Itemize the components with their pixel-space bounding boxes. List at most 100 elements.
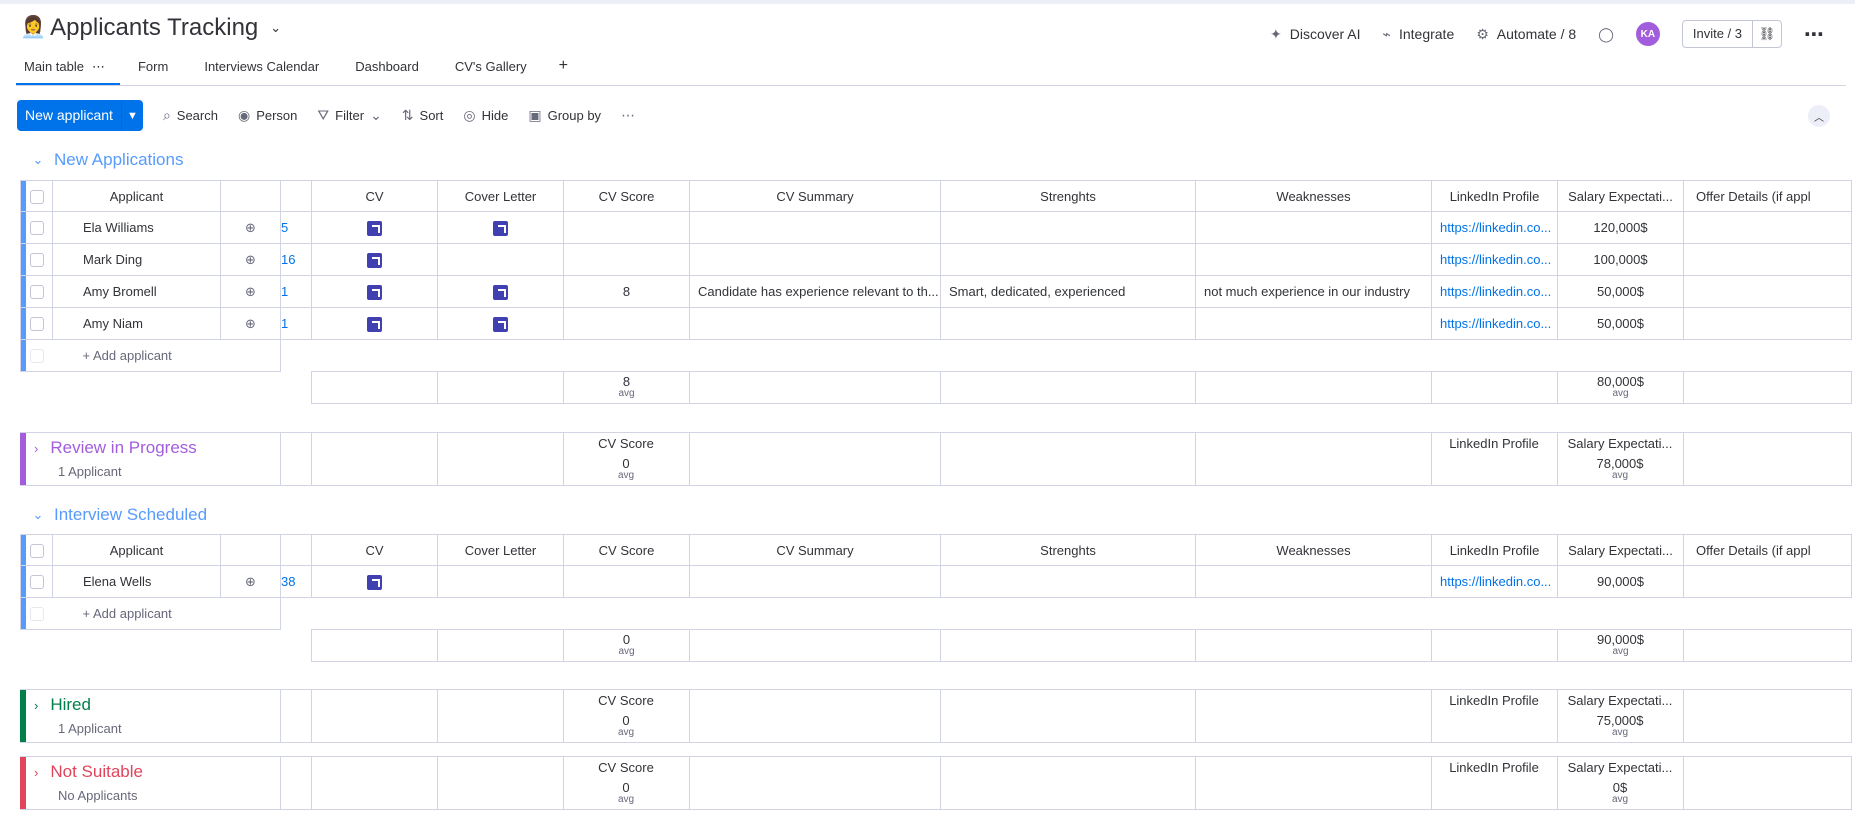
table-row[interactable]: Mark Ding ⊕ 16 https://linkedin.co... 10…	[20, 243, 1852, 276]
add-applicant-row[interactable]: + Add applicant	[20, 597, 1852, 630]
group-title[interactable]: Interview Scheduled	[54, 505, 207, 525]
col-linkedin[interactable]: LinkedIn Profile	[1431, 180, 1558, 212]
add-update-icon[interactable]: ⊕	[220, 275, 281, 308]
applicant-name[interactable]: Ela Williams	[52, 211, 221, 244]
tab-form[interactable]: Form	[130, 55, 176, 82]
tab-interviews-calendar[interactable]: Interviews Calendar	[196, 55, 327, 82]
chevron-right-icon[interactable]: ›	[34, 441, 38, 456]
link-icon[interactable]: ⛓	[1753, 21, 1781, 47]
col-offer-details[interactable]: Offer Details (if appl	[1683, 180, 1852, 212]
tab-main-table[interactable]: Main table ⋯	[16, 55, 120, 85]
cv-score-cell[interactable]: 8	[563, 275, 690, 308]
cv-score-cell[interactable]	[563, 243, 690, 276]
weaknesses-cell[interactable]	[1195, 243, 1432, 276]
col-applicant[interactable]: Applicant	[52, 534, 221, 566]
toolbar-more-icon[interactable]: ⋯	[621, 107, 635, 124]
tab-dashboard[interactable]: Dashboard	[347, 55, 427, 82]
updates-button[interactable]: ◯	[1598, 26, 1614, 43]
group-title[interactable]: Not Suitable	[50, 762, 143, 782]
discover-ai-button[interactable]: ✦ Discover AI	[1270, 26, 1361, 43]
add-applicant-input[interactable]: + Add applicant	[52, 339, 281, 372]
col-cv-summary[interactable]: CV Summary	[689, 180, 941, 212]
more-options-icon[interactable]: ⋯	[1804, 22, 1825, 47]
cover-letter-cell[interactable]	[437, 211, 564, 244]
cv-file-cell[interactable]	[311, 565, 438, 598]
table-row[interactable]: Ela Williams ⊕ 5 https://linkedin.co... …	[20, 211, 1852, 244]
tab-cvs-gallery[interactable]: CV's Gallery	[447, 55, 535, 82]
strengths-cell[interactable]	[940, 243, 1196, 276]
file-icon[interactable]	[367, 284, 382, 300]
chevron-down-icon[interactable]: ⌄	[370, 107, 382, 124]
table-row[interactable]: Amy Bromell ⊕ 1 8 Candidate has experien…	[20, 275, 1852, 308]
add-applicant-input[interactable]: + Add applicant	[52, 597, 281, 630]
collapse-header-button[interactable]: ︿	[1808, 105, 1830, 127]
strengths-cell[interactable]	[940, 565, 1196, 598]
offer-cell[interactable]	[1683, 243, 1852, 276]
add-applicant-row[interactable]: + Add applicant	[20, 339, 1852, 372]
table-row[interactable]: Amy Niam ⊕ 1 https://linkedin.co... 50,0…	[20, 307, 1852, 340]
cv-file-cell[interactable]	[311, 211, 438, 244]
weaknesses-cell[interactable]	[1195, 307, 1432, 340]
col-linkedin[interactable]: LinkedIn Profile	[1431, 534, 1558, 566]
linkedin-link[interactable]: https://linkedin.co...	[1431, 275, 1558, 308]
cv-score-cell[interactable]	[563, 307, 690, 340]
group-by-button[interactable]: ▣ Group by	[528, 107, 601, 124]
row-checkbox[interactable]	[20, 211, 53, 244]
applicant-name[interactable]: Amy Bromell	[52, 275, 221, 308]
chevron-right-icon[interactable]: ›	[34, 698, 38, 713]
table-row[interactable]: Elena Wells ⊕ 38 https://linkedin.co... …	[20, 565, 1852, 598]
file-icon[interactable]	[367, 574, 382, 590]
linkedin-link[interactable]: https://linkedin.co...	[1431, 565, 1558, 598]
select-all-checkbox[interactable]	[20, 534, 53, 566]
file-icon[interactable]	[367, 316, 382, 332]
file-icon[interactable]	[493, 284, 508, 300]
applicant-name[interactable]: Elena Wells	[52, 565, 221, 598]
salary-cell[interactable]: 50,000$	[1557, 307, 1684, 340]
applicant-name[interactable]: Mark Ding	[52, 243, 221, 276]
chevron-down-icon[interactable]: ⌄	[32, 152, 44, 168]
offer-cell[interactable]	[1683, 211, 1852, 244]
linkedin-link[interactable]: https://linkedin.co...	[1431, 307, 1558, 340]
add-update-icon[interactable]: ⊕	[220, 211, 281, 244]
salary-cell[interactable]: 50,000$	[1557, 275, 1684, 308]
filter-button[interactable]: ⛛ Filter ⌄	[317, 107, 381, 124]
offer-cell[interactable]	[1683, 565, 1852, 598]
chevron-right-icon[interactable]: ›	[34, 765, 38, 780]
group-not-suitable-header[interactable]: › Not Suitable No Applicants	[20, 756, 281, 810]
offer-cell[interactable]	[1683, 307, 1852, 340]
cv-summary-cell[interactable]	[689, 565, 941, 598]
file-icon[interactable]	[493, 220, 508, 236]
search-button[interactable]: ⌕ Search	[163, 107, 218, 124]
add-view-button[interactable]: +	[555, 55, 572, 77]
group-interview-header[interactable]: ⌄ Interview Scheduled	[32, 505, 208, 525]
salary-cell[interactable]: 120,000$	[1557, 211, 1684, 244]
offer-cell[interactable]	[1683, 275, 1852, 308]
tab-options-icon[interactable]: ⋯	[92, 59, 106, 74]
row-checkbox[interactable]	[20, 565, 53, 598]
cv-file-cell[interactable]	[311, 275, 438, 308]
new-applicant-button[interactable]: New applicant ▼	[17, 100, 143, 131]
col-cover-letter[interactable]: Cover Letter	[437, 534, 564, 566]
integrate-button[interactable]: ⌁ Integrate	[1383, 26, 1455, 43]
add-update-icon[interactable]: ⊕	[220, 307, 281, 340]
weaknesses-cell[interactable]: not much experience in our industry	[1195, 275, 1432, 308]
cv-summary-cell[interactable]	[689, 307, 941, 340]
group-title[interactable]: Review in Progress	[50, 438, 196, 458]
chevron-down-icon[interactable]: ▼	[120, 100, 143, 131]
file-icon[interactable]	[493, 316, 508, 332]
weaknesses-cell[interactable]	[1195, 211, 1432, 244]
col-applicant[interactable]: Applicant	[52, 180, 221, 212]
file-icon[interactable]	[367, 252, 382, 268]
group-title[interactable]: Hired	[50, 695, 91, 715]
weaknesses-cell[interactable]	[1195, 565, 1432, 598]
col-cv[interactable]: CV	[311, 180, 438, 212]
cover-letter-cell[interactable]	[437, 307, 564, 340]
col-cover-letter[interactable]: Cover Letter	[437, 180, 564, 212]
row-checkbox[interactable]	[20, 307, 53, 340]
strengths-cell[interactable]	[940, 307, 1196, 340]
row-checkbox[interactable]	[20, 243, 53, 276]
board-title[interactable]: Applicants Tracking	[50, 14, 258, 42]
add-update-icon[interactable]: ⊕	[220, 243, 281, 276]
invite-button[interactable]: Invite / 3 ⛓	[1681, 20, 1782, 48]
col-cv[interactable]: CV	[311, 534, 438, 566]
